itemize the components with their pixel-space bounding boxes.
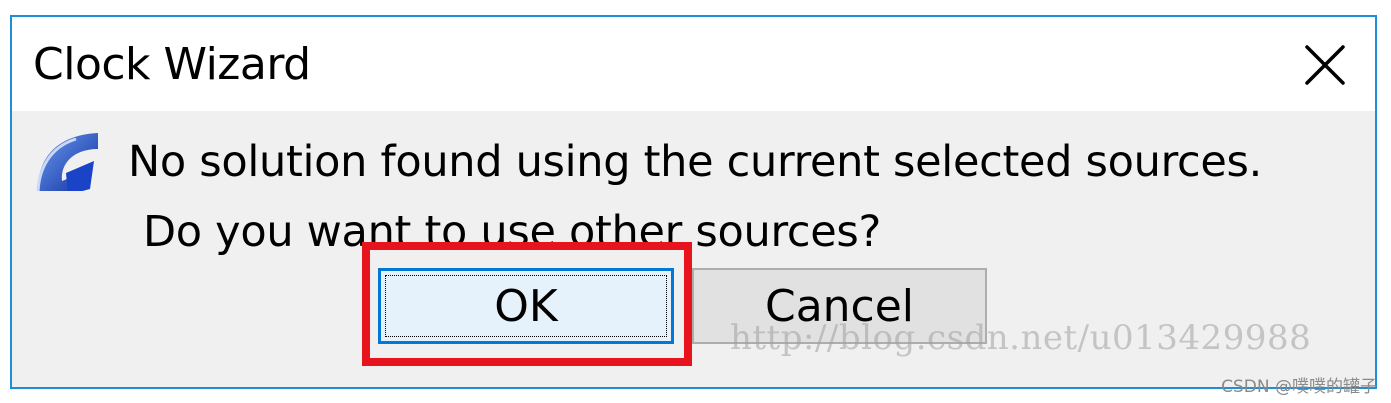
vivado-logo-icon (32, 129, 100, 197)
title-bar: Clock Wizard (12, 17, 1375, 111)
message-line-2: Do you want to use other sources? (143, 207, 882, 257)
credit-text: CSDN @噗噗的罐子 (1221, 377, 1377, 397)
ok-button-label: OK (494, 280, 558, 332)
close-button[interactable] (1295, 35, 1355, 95)
close-icon (1305, 45, 1345, 85)
cancel-button[interactable]: Cancel (692, 268, 987, 344)
cancel-button-label: Cancel (764, 280, 915, 332)
dialog-body: No solution found using the current sele… (12, 111, 1375, 387)
ok-button[interactable]: OK (378, 268, 674, 344)
message-line-1: No solution found using the current sele… (128, 137, 1262, 187)
window-title: Clock Wizard (33, 39, 311, 90)
